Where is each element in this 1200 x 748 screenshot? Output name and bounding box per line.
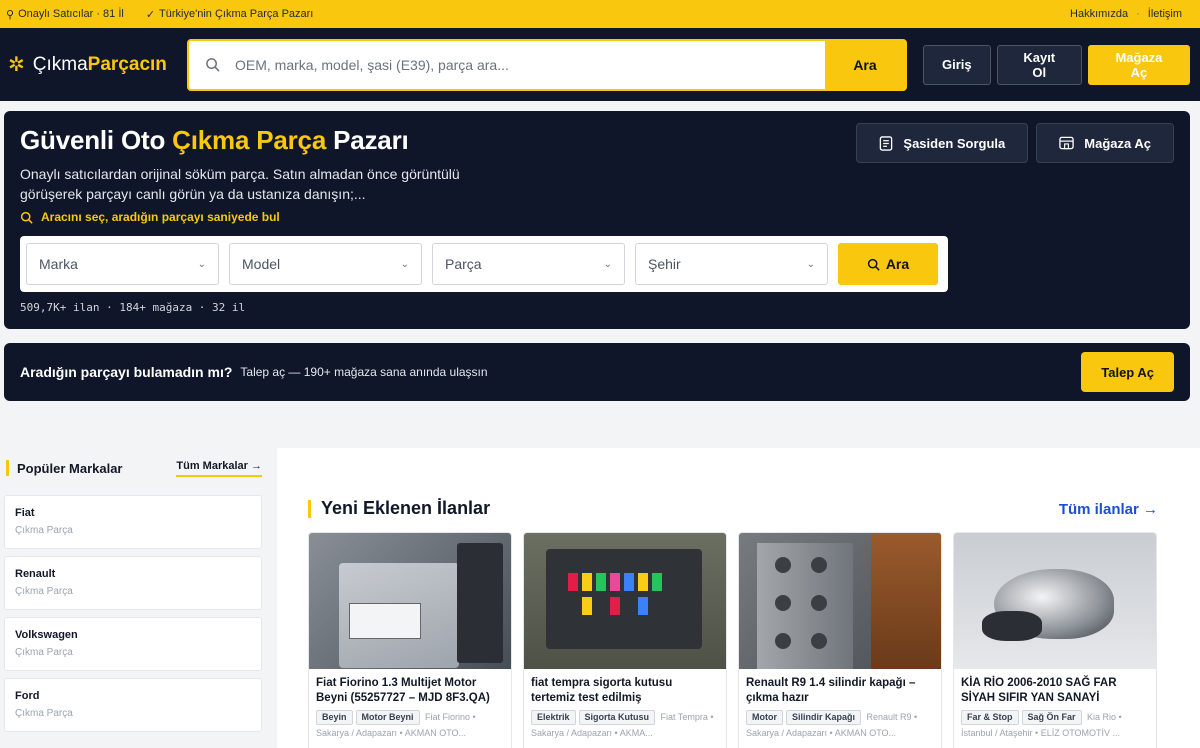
listing-card[interactable]: fiat tempra sigorta kutusu tertemiz test…	[523, 532, 727, 748]
separator: ·	[1136, 8, 1140, 20]
check-icon: ✓	[145, 8, 156, 21]
about-link[interactable]: Hakkımızda	[1070, 8, 1128, 20]
listing-tag: Sağ Ön Far	[1021, 710, 1082, 725]
site-logo[interactable]: ✲ ÇıkmaParçacın	[8, 54, 187, 76]
all-brands-link[interactable]: Tüm Markalar →	[176, 460, 262, 477]
listing-tag: Motor	[746, 710, 783, 725]
site-stats: 509,7K+ ilan · 184+ mağaza · 32 il	[20, 301, 246, 314]
listing-tag: Sigorta Kutusu	[578, 710, 656, 725]
listing-card[interactable]: Fiat Fiorino 1.3 Multijet Motor Beyni (5…	[308, 532, 512, 748]
listing-title: KİA RİO 2006-2010 SAĞ FAR SİYAH SIFIR YA…	[961, 677, 1117, 704]
site-header: ✲ ÇıkmaParçacın Ara Giriş Kayıt Ol Mağaz…	[0, 28, 1200, 101]
search-icon	[867, 258, 880, 271]
chevron-down-icon: ⌄	[806, 258, 815, 270]
contact-link[interactable]: İletişim	[1148, 8, 1182, 20]
hero-open-store-button[interactable]: Mağaza Aç	[1036, 123, 1174, 163]
filter-search-button[interactable]: Ara	[838, 243, 938, 285]
hero-section: Güvenli Oto Çıkma Parça Pazarı Onaylı sa…	[4, 111, 1190, 329]
all-listings-link[interactable]: Tüm ilanlar →	[1059, 501, 1158, 518]
brand-select[interactable]: Marka ⌄	[26, 243, 219, 285]
listing-title: Renault R9 1.4 silindir kapağı – çıkma h…	[746, 677, 916, 704]
request-question: Aradığın parçayı bulamadın mı?	[20, 364, 233, 380]
search-icon	[20, 211, 33, 224]
listing-title: Fiat Fiorino 1.3 Multijet Motor Beyni (5…	[316, 677, 490, 704]
chevron-down-icon: ⌄	[197, 258, 206, 270]
city-select[interactable]: Şehir ⌄	[635, 243, 828, 285]
listing-card[interactable]: Renault R9 1.4 silindir kapağı – çıkma h…	[738, 532, 942, 748]
brand-item-renault[interactable]: Renault Çıkma Parça	[4, 556, 262, 610]
listing-image	[739, 533, 941, 669]
listing-tag: Beyin	[316, 710, 353, 725]
hero-description: Onaylı satıcılardan orijinal söküm parça…	[20, 166, 460, 202]
listings-title: Yeni Eklenen İlanlar	[321, 498, 491, 518]
listing-image	[954, 533, 1156, 669]
verified-sellers-info: ⚲ Onaylı Satıcılar · 81 İl	[6, 8, 124, 21]
listing-tag: Far & Stop	[961, 710, 1019, 725]
search-button[interactable]: Ara	[825, 40, 905, 89]
chevron-down-icon: ⌄	[400, 258, 409, 270]
hero-tip: Aracını seç, aradığın parçayı saniyede b…	[20, 210, 1174, 224]
tagline-info: ✓ Türkiye'nin Çıkma Parça Pazarı	[145, 8, 314, 21]
register-button[interactable]: Kayıt Ol	[996, 44, 1082, 85]
new-listings-section: Yeni Eklenen İlanlar Tüm ilanlar → Fiat …	[277, 448, 1200, 748]
sidebar-title: Popüler Markalar	[17, 460, 123, 476]
brand-item-volkswagen[interactable]: Volkswagen Çıkma Parça	[4, 617, 262, 671]
search-input[interactable]	[235, 40, 825, 89]
brand-item-ford[interactable]: Ford Çıkma Parça	[4, 678, 262, 732]
part-select[interactable]: Parça ⌄	[432, 243, 625, 285]
open-store-button[interactable]: Mağaza Aç	[1087, 44, 1190, 85]
store-icon	[1059, 136, 1074, 150]
search-icon	[189, 41, 235, 89]
document-icon	[880, 135, 893, 151]
vin-query-button[interactable]: Şasiden Sorgula	[856, 123, 1029, 163]
listing-tag: Elektrik	[531, 710, 576, 725]
popular-brands-sidebar: Popüler Markalar Tüm Markalar → Fiat Çıkm…	[4, 448, 262, 732]
gear-icon: ✲	[8, 53, 25, 76]
chevron-down-icon: ⌄	[603, 258, 612, 270]
model-select[interactable]: Model ⌄	[229, 243, 422, 285]
location-pin-icon: ⚲	[6, 8, 15, 21]
open-request-button[interactable]: Talep Aç	[1081, 352, 1174, 392]
listing-card[interactable]: KİA RİO 2006-2010 SAĞ FAR SİYAH SIFIR YA…	[953, 532, 1157, 748]
search-bar: Ara	[187, 38, 907, 91]
listing-tag: Silindir Kapağı	[786, 710, 862, 725]
request-subtitle: Talep aç — 190+ mağaza sana anında ulaşs…	[240, 365, 488, 379]
listing-title: fiat tempra sigorta kutusu tertemiz test…	[531, 677, 673, 704]
top-announcement-bar: ⚲ Onaylı Satıcılar · 81 İl ✓ Türkiye'nin Ç…	[0, 0, 1200, 28]
listing-tag: Motor Beyni	[355, 710, 420, 725]
login-button[interactable]: Giriş	[923, 44, 991, 85]
brand-item-fiat[interactable]: Fiat Çıkma Parça	[4, 495, 262, 549]
listing-image	[524, 533, 726, 669]
vehicle-filter-bar: Marka ⌄ Model ⌄ Parça ⌄ Şehir ⌄ Ara	[20, 236, 948, 292]
request-banner: Aradığın parçayı bulamadın mı? Talep aç …	[4, 343, 1190, 401]
section-accent	[6, 460, 9, 476]
listing-image	[309, 533, 511, 669]
section-accent	[308, 499, 311, 518]
